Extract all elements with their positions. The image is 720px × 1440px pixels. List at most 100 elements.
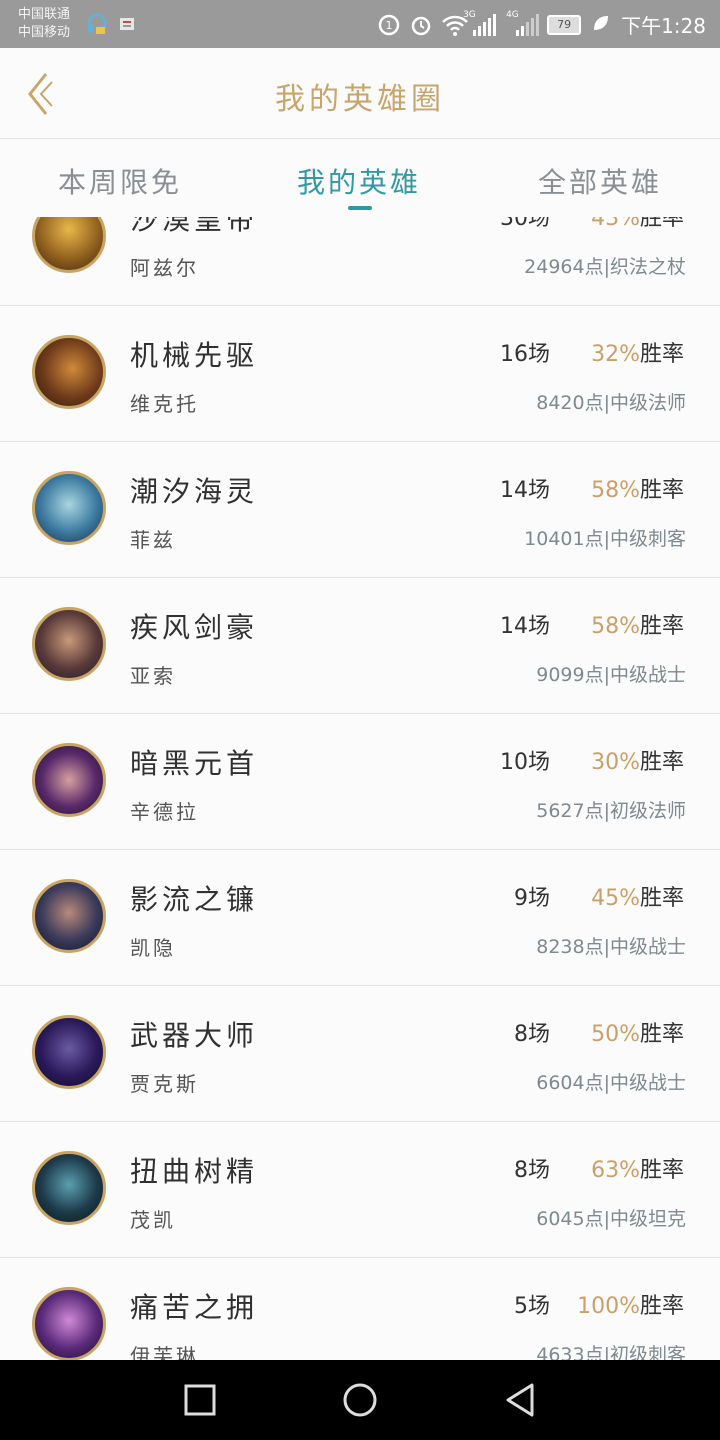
- hero-row[interactable]: 机械先驱 维克托 16场 32%胜率 8420点|中级法师: [0, 306, 720, 442]
- tab-bar: 本周限免 我的英雄 全部英雄: [0, 139, 720, 217]
- hero-name: 维克托: [130, 392, 199, 416]
- app-header: 我的英雄圈: [0, 48, 720, 139]
- win-rate: 30%胜率: [560, 744, 684, 776]
- mastery-points: 4633点|初级刺客: [536, 1344, 686, 1360]
- tab-my-heroes[interactable]: 我的英雄: [297, 161, 421, 201]
- games-count: 10场: [500, 750, 550, 775]
- status-right: 1 3G 4G 79 下午1:28: [377, 10, 706, 39]
- alarm-icon: [409, 13, 433, 37]
- hero-avatar: [32, 879, 106, 953]
- games-count: 5场: [514, 1294, 550, 1319]
- active-tab-indicator: [348, 206, 372, 210]
- mastery-points: 6604点|中级战士: [536, 1072, 686, 1094]
- mastery-points: 5627点|初级法师: [536, 800, 686, 822]
- hero-row[interactable]: 潮汐海灵 菲兹 14场 58%胜率 10401点|中级刺客: [0, 442, 720, 578]
- hero-name: 菲兹: [130, 528, 176, 552]
- win-pct: 45%: [591, 886, 640, 911]
- data-saver-icon: 1: [377, 13, 401, 37]
- hero-name: 贾克斯: [130, 1072, 199, 1096]
- tab-all-heroes[interactable]: 全部英雄: [538, 161, 662, 201]
- games-count: 16场: [500, 342, 550, 367]
- games-count: 9场: [514, 886, 550, 911]
- games-count: 8场: [514, 1158, 550, 1183]
- mastery-points: 24964点|织法之杖: [524, 256, 686, 278]
- hero-title: 机械先驱: [130, 339, 259, 372]
- win-label: 胜率: [639, 886, 684, 911]
- mastery-points: 9099点|中级战士: [536, 664, 686, 686]
- hero-row[interactable]: 扭曲树精 茂凯 8场 63%胜率 6045点|中级坦克: [0, 1122, 720, 1258]
- mastery-points: 8420点|中级法师: [536, 392, 686, 414]
- win-rate: 58%胜率: [560, 472, 684, 504]
- hero-row[interactable]: 沙漠皇帝 阿兹尔 30场 43%胜率 24964点|织法之杖: [0, 217, 720, 306]
- win-label: 胜率: [639, 1294, 684, 1319]
- hero-row[interactable]: 疾风剑豪 亚索 14场 58%胜率 9099点|中级战士: [0, 578, 720, 714]
- hero-list[interactable]: 沙漠皇帝 阿兹尔 30场 43%胜率 24964点|织法之杖 机械先驱 维克托 …: [0, 217, 720, 1360]
- win-pct: 32%: [591, 342, 640, 367]
- status-bar: 中国联通 中国移动 1 3G 4G 79 下午1:28: [0, 0, 720, 48]
- hero-title: 潮汐海灵: [130, 475, 259, 508]
- hero-avatar: [32, 743, 106, 817]
- triangle-back-icon[interactable]: [500, 1380, 540, 1420]
- hero-avatar: [32, 1151, 106, 1225]
- hero-row[interactable]: 武器大师 贾克斯 8场 50%胜率 6604点|中级战士: [0, 986, 720, 1122]
- hero-avatar: [32, 1287, 106, 1360]
- games-count: 30场: [500, 217, 550, 231]
- hero-title: 暗黑元首: [130, 747, 259, 780]
- hero-avatar: [32, 607, 106, 681]
- notification-icon: [120, 18, 134, 30]
- mastery-points: 6045点|中级坦克: [536, 1208, 686, 1230]
- win-pct: 100%: [577, 1294, 640, 1319]
- hero-name: 亚索: [130, 664, 176, 688]
- svg-text:1: 1: [386, 19, 393, 32]
- win-label: 胜率: [639, 217, 684, 231]
- games-count: 8场: [514, 1022, 550, 1047]
- win-rate: 50%胜率: [560, 1016, 684, 1048]
- hero-name: 阿兹尔: [130, 256, 199, 280]
- carrier-1: 中国联通: [18, 7, 71, 22]
- net-type-1: 3G: [463, 9, 476, 20]
- hero-avatar: [32, 471, 106, 545]
- hero-row[interactable]: 影流之镰 凯隐 9场 45%胜率 8238点|中级战士: [0, 850, 720, 986]
- hero-title: 扭曲树精: [130, 1155, 259, 1188]
- hero-title: 沙漠皇帝: [130, 217, 259, 236]
- win-pct: 43%: [591, 217, 640, 231]
- win-pct: 30%: [591, 750, 640, 775]
- signal-3g-icon: 3G: [463, 10, 497, 36]
- headset-icon: [87, 13, 107, 34]
- net-type-2: 4G: [506, 9, 519, 20]
- hero-avatar: [32, 217, 106, 273]
- hero-row[interactable]: 暗黑元首 辛德拉 10场 30%胜率 5627点|初级法师: [0, 714, 720, 850]
- win-rate: 43%胜率: [560, 217, 684, 232]
- tab-weekly-free[interactable]: 本周限免: [58, 161, 182, 201]
- clock: 下午1:28: [621, 14, 706, 38]
- win-rate: 32%胜率: [560, 336, 684, 368]
- hero-name: 凯隐: [130, 936, 176, 960]
- hero-name: 辛德拉: [130, 800, 199, 824]
- games-count: 14场: [500, 614, 550, 639]
- win-label: 胜率: [639, 342, 684, 367]
- win-rate: 63%胜率: [560, 1152, 684, 1184]
- win-label: 胜率: [639, 478, 684, 503]
- wifi-icon: [441, 13, 468, 37]
- hero-avatar: [32, 335, 106, 409]
- win-label: 胜率: [639, 1022, 684, 1047]
- hero-name: 茂凯: [130, 1208, 176, 1232]
- carrier-2: 中国移动: [18, 25, 71, 40]
- win-rate: 58%胜率: [560, 608, 684, 640]
- status-left-icons: [86, 12, 136, 36]
- hero-title: 痛苦之拥: [130, 1291, 259, 1324]
- square-recents-icon[interactable]: [180, 1380, 220, 1420]
- hero-avatar: [32, 1015, 106, 1089]
- hero-title: 武器大师: [130, 1019, 259, 1052]
- win-label: 胜率: [639, 1158, 684, 1183]
- win-rate: 45%胜率: [560, 880, 684, 912]
- battery-icon: 79: [547, 14, 582, 35]
- win-label: 胜率: [639, 614, 684, 639]
- mastery-points: 8238点|中级战士: [536, 936, 686, 958]
- win-rate: 100%胜率: [560, 1288, 684, 1320]
- win-pct: 63%: [591, 1158, 640, 1183]
- mastery-points: 10401点|中级刺客: [524, 528, 686, 550]
- hero-row[interactable]: 痛苦之拥 伊芙琳 5场 100%胜率 4633点|初级刺客: [0, 1258, 720, 1360]
- circle-home-icon[interactable]: [340, 1380, 380, 1420]
- games-count: 14场: [500, 478, 550, 503]
